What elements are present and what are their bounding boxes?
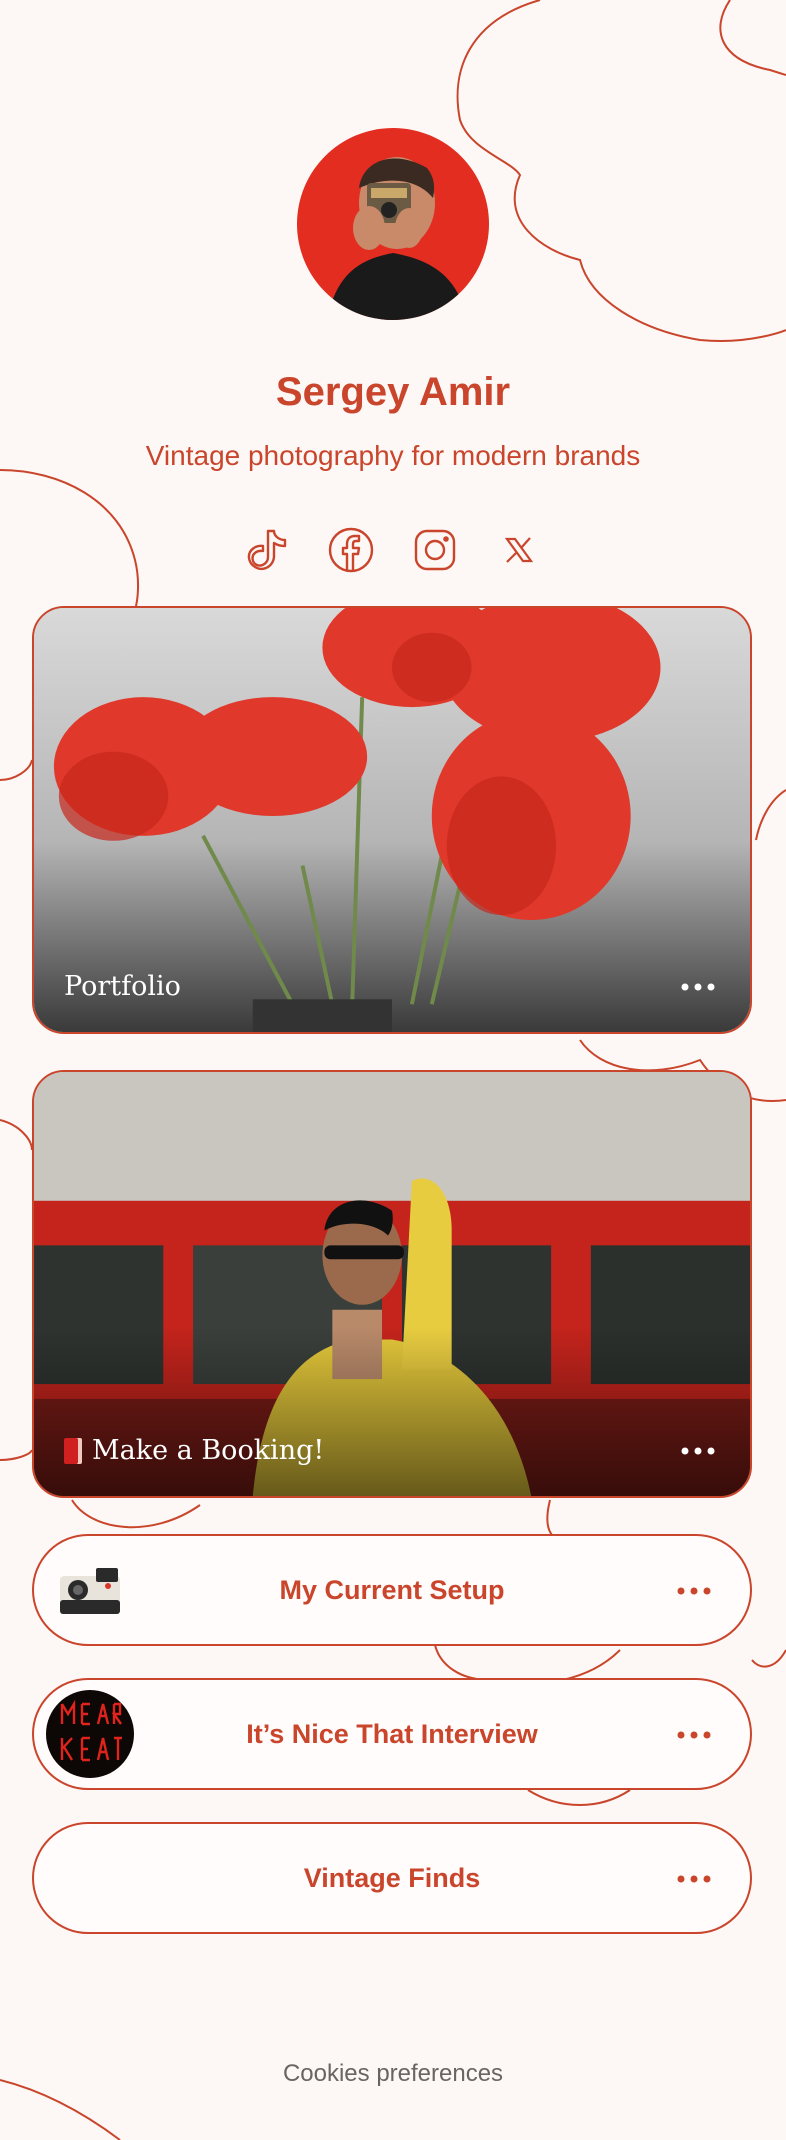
card-title: Portfolio — [64, 971, 181, 1002]
link-label: Vintage Finds — [303, 1863, 481, 1893]
link-label: My Current Setup — [279, 1575, 505, 1605]
profile-tagline: Vintage photography for modern brands — [145, 440, 641, 471]
book-icon — [64, 1437, 82, 1464]
cookies-preferences-link[interactable]: Cookies preferences — [0, 2060, 786, 2088]
profile-name: Sergey Amir — [275, 370, 511, 414]
more-options-icon[interactable] — [680, 982, 716, 992]
tiktok-icon[interactable] — [242, 525, 292, 575]
woman-yellow-jacket-photo — [34, 1072, 750, 1496]
more-options-icon[interactable] — [676, 1874, 712, 1884]
social-links — [0, 525, 786, 575]
instagram-icon[interactable] — [410, 525, 460, 575]
more-options-icon[interactable] — [676, 1730, 712, 1740]
red-poppies-photo — [34, 608, 750, 1032]
portfolio-card[interactable]: Portfolio — [32, 606, 752, 1034]
card-title: Make a Booking! — [64, 1435, 324, 1466]
x-icon[interactable] — [494, 525, 544, 575]
link-my-current-setup[interactable]: My Current Setup — [32, 1534, 752, 1646]
link-label: It’s Nice That Interview — [246, 1719, 538, 1749]
link-vintage-finds[interactable]: Vintage Finds — [32, 1822, 752, 1934]
more-options-icon[interactable] — [680, 1446, 716, 1456]
booking-card[interactable]: Make a Booking! — [32, 1070, 752, 1498]
link-its-nice-that-interview[interactable]: It’s Nice That Interview — [32, 1678, 752, 1790]
facebook-icon[interactable] — [326, 525, 376, 575]
more-options-icon[interactable] — [676, 1586, 712, 1596]
profile-avatar — [297, 128, 489, 320]
